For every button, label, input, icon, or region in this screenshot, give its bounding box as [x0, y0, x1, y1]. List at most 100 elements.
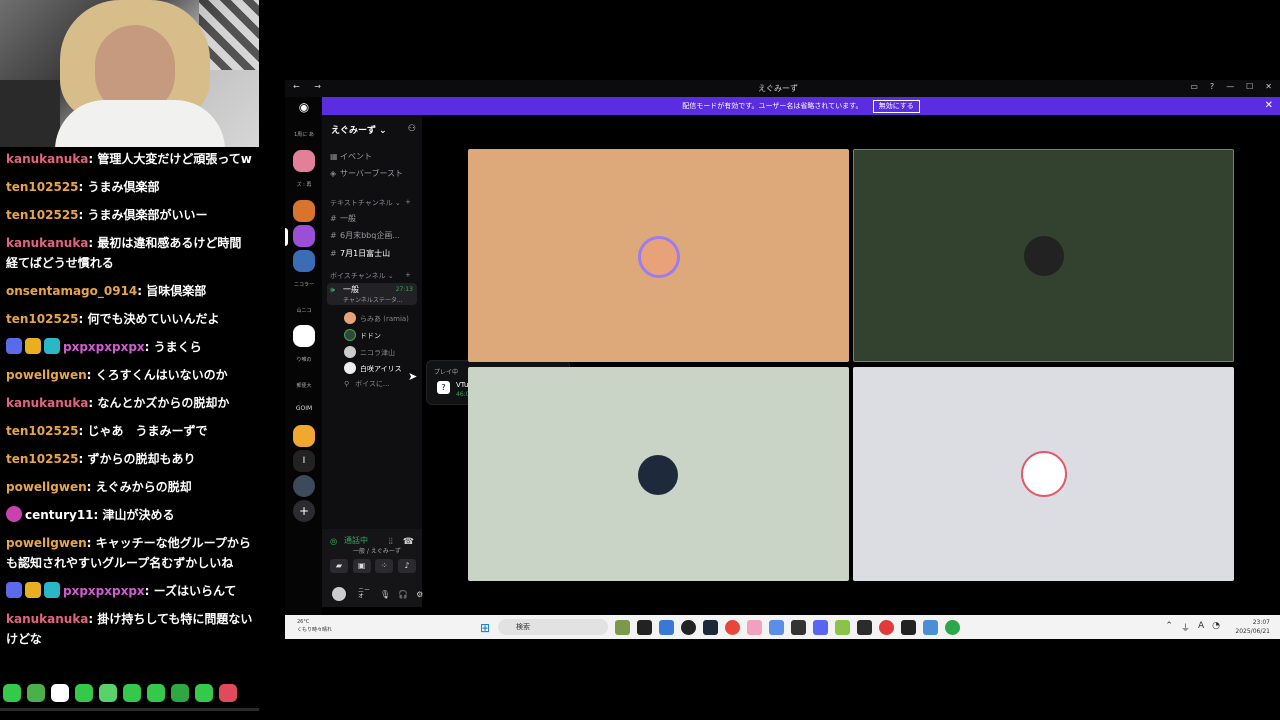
- soundboard-button[interactable]: ♪: [397, 559, 416, 573]
- steam-icon[interactable]: [703, 620, 718, 635]
- chat-username[interactable]: ten102525: [6, 452, 79, 466]
- video-tile[interactable]: [468, 367, 849, 581]
- stream-chat: kanukanuka: 管理人大変だけど頑張ってw ten102525: うまみ倶…: [0, 147, 259, 710]
- nav-arrows-icon[interactable]: ← →: [293, 82, 327, 91]
- self-avatar[interactable]: [332, 587, 346, 601]
- server-icon[interactable]: [293, 425, 315, 447]
- chat-username[interactable]: powellgwen: [6, 536, 87, 550]
- server-icon[interactable]: I: [293, 450, 315, 472]
- text-channel[interactable]: # 一般: [330, 213, 356, 224]
- chat-username[interactable]: onsentamago_0914: [6, 284, 137, 298]
- app-icon[interactable]: [747, 620, 762, 635]
- chat-username[interactable]: pxpxpxpxpx: [63, 340, 145, 354]
- channel-sidebar: えぐみーず ⌄ ⚇ ▦ イベント ◈ サーバーブースト テキストチャンネル ⌄ + #…: [322, 115, 422, 529]
- emote: [195, 684, 213, 702]
- app-icon[interactable]: [857, 620, 872, 635]
- app-icon[interactable]: [879, 620, 894, 635]
- server-icon[interactable]: [293, 200, 315, 222]
- active-voice-channel[interactable]: 🕪 一般 27:13 チャンネルステータ...: [327, 283, 417, 305]
- app-icon[interactable]: [835, 620, 850, 635]
- video-tile[interactable]: [853, 367, 1234, 581]
- close-window-button[interactable]: ✕: [1265, 82, 1272, 91]
- voice-user-hovered[interactable]: 白咲アイリス: [344, 362, 402, 374]
- events-item[interactable]: ▦ イベント: [330, 151, 372, 162]
- chat-username[interactable]: powellgwen: [6, 368, 87, 382]
- app-icon[interactable]: [791, 620, 806, 635]
- screen-share-button[interactable]: ▣: [352, 559, 371, 573]
- chat-badge-icon: [25, 338, 41, 354]
- chat-message: ten102525: ずからの脱却もあり: [0, 447, 259, 475]
- invite-icon[interactable]: ⚇: [408, 124, 416, 134]
- taskbar-clock[interactable]: 23:07 2025/06/21: [1235, 618, 1270, 636]
- disable-streamer-mode-button[interactable]: 無効にする: [872, 100, 920, 113]
- chat-username[interactable]: century11: [25, 508, 94, 522]
- activities-button[interactable]: ⁘: [375, 559, 394, 573]
- add-server-icon[interactable]: +: [293, 500, 315, 522]
- chat-username[interactable]: pxpxpxpxpx: [63, 584, 145, 598]
- chat-username[interactable]: kanukanuka: [6, 396, 88, 410]
- chat-username[interactable]: kanukanuka: [6, 236, 88, 250]
- chat-text: : えぐみからの脱却: [86, 480, 192, 494]
- wifi-icon[interactable]: ◔: [1212, 621, 1220, 634]
- app-icon[interactable]: [901, 620, 916, 635]
- minimize-button[interactable]: —: [1226, 82, 1234, 91]
- text-category[interactable]: テキストチャンネル ⌄ +: [330, 198, 411, 208]
- server-icon-selected[interactable]: [293, 225, 315, 247]
- disconnect-icon[interactable]: ☎: [403, 537, 414, 547]
- server-icon[interactable]: [293, 475, 315, 497]
- app-icon[interactable]: [615, 620, 630, 635]
- chat-username[interactable]: kanukanuka: [6, 612, 88, 626]
- maximize-button[interactable]: ☐: [1246, 82, 1253, 91]
- chat-username[interactable]: powellgwen: [6, 480, 87, 494]
- discord-icon[interactable]: [813, 620, 828, 635]
- window-title: えぐみーず: [758, 84, 798, 93]
- taskbar-apps: [615, 620, 960, 635]
- voice-user[interactable]: ドドン: [344, 329, 381, 341]
- add-voice-channel-icon[interactable]: +: [405, 271, 411, 279]
- noise-suppression-icon[interactable]: ⦙⦙: [389, 537, 393, 547]
- settings-gear-icon[interactable]: ⚙: [416, 590, 423, 599]
- video-tile[interactable]: [468, 149, 849, 362]
- voice-category[interactable]: ボイスチャンネル ⌄ +: [330, 271, 411, 281]
- server-icon[interactable]: [293, 325, 315, 347]
- chat-username[interactable]: kanukanuka: [6, 152, 88, 166]
- app-icon[interactable]: [923, 620, 938, 635]
- server-name[interactable]: えぐみーず ⌄: [331, 123, 387, 136]
- chrome-icon[interactable]: [725, 620, 740, 635]
- app-icon[interactable]: [681, 620, 696, 635]
- taskbar-search[interactable]: 検索: [498, 619, 608, 635]
- chat-username[interactable]: ten102525: [6, 208, 79, 222]
- server-boost-item[interactable]: ◈ サーバーブースト: [330, 168, 403, 179]
- microphone-icon[interactable]: ⏚: [1181, 621, 1190, 634]
- server-icon[interactable]: [293, 250, 315, 272]
- server-icon[interactable]: [293, 150, 315, 172]
- microphone-icon[interactable]: 🎙: [380, 590, 390, 599]
- text-channel[interactable]: #6月末bbq企画...: [330, 230, 400, 241]
- video-tile-speaking[interactable]: [853, 149, 1234, 362]
- banner-text: 配信モードが有効です。ユーザー名は省略されています。: [682, 102, 863, 110]
- app-icon[interactable]: [769, 620, 784, 635]
- chat-username[interactable]: ten102525: [6, 312, 79, 326]
- app-icon[interactable]: [659, 620, 674, 635]
- discord-home-icon[interactable]: ◉: [294, 100, 314, 116]
- add-text-channel-icon[interactable]: +: [405, 198, 411, 206]
- chevron-up-icon[interactable]: ⌃: [1165, 621, 1173, 634]
- weather-widget[interactable]: 26°C くもり時々晴れ: [297, 618, 332, 634]
- voice-user[interactable]: ニコラ津山: [344, 346, 395, 358]
- banner-close-icon[interactable]: ✕: [1265, 97, 1273, 115]
- headphones-icon[interactable]: 🎧: [398, 590, 408, 599]
- voice-more[interactable]: ⚲ ボイスに...: [344, 379, 390, 389]
- text-channel-unread[interactable]: #7月1日富士山: [330, 248, 390, 259]
- inbox-icon[interactable]: ▭: [1190, 82, 1198, 91]
- chat-username[interactable]: ten102525: [6, 180, 79, 194]
- hash-icon: #: [330, 231, 337, 240]
- app-icon[interactable]: [637, 620, 652, 635]
- chat-badge-icon: [44, 338, 60, 354]
- ime-icon[interactable]: A: [1198, 621, 1204, 634]
- help-icon[interactable]: ?: [1210, 82, 1214, 91]
- camera-button[interactable]: ▰: [330, 559, 348, 573]
- voice-user[interactable]: らみあ (ramia): [344, 312, 409, 324]
- chat-username[interactable]: ten102525: [6, 424, 79, 438]
- app-icon[interactable]: [945, 620, 960, 635]
- windows-start-icon[interactable]: ⊞: [480, 621, 490, 635]
